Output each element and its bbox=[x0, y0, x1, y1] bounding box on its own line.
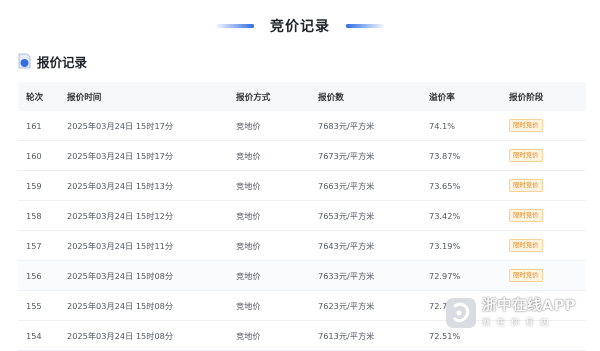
column-header-time: 报价时间 bbox=[67, 92, 102, 103]
column-header-method: 报价方式 bbox=[236, 92, 271, 103]
column-header-amount: 报价数 bbox=[318, 92, 344, 103]
round-cell: 159 bbox=[26, 180, 42, 191]
stage-badge: 限时竞价 bbox=[509, 269, 543, 282]
time-cell: 2025年03月24日 15时12分 bbox=[67, 210, 174, 221]
time-cell: 2025年03月24日 15时17分 bbox=[67, 150, 174, 161]
table-row: 159 2025年03月24日 15时13分 竞地价 7663元/平方米 73.… bbox=[18, 171, 586, 201]
time-cell: 2025年03月24日 15时17分 bbox=[67, 120, 174, 131]
amount-cell: 7673元/平方米 bbox=[318, 150, 375, 161]
stage-badge: 限时竞价 bbox=[509, 179, 543, 192]
premium-cell: 74.1% bbox=[429, 120, 456, 131]
premium-cell: 72.97% bbox=[429, 270, 461, 281]
stage-cell: 限时竞价 bbox=[509, 119, 586, 132]
watermark-title: 浙中在线APP bbox=[482, 297, 576, 314]
table-row: 158 2025年03月24日 15时12分 竞地价 7653元/平方米 73.… bbox=[18, 201, 586, 231]
method-cell: 竞地价 bbox=[236, 210, 261, 221]
amount-cell: 7623元/平方米 bbox=[318, 300, 375, 311]
amount-cell: 7663元/平方米 bbox=[318, 180, 375, 191]
round-cell: 156 bbox=[26, 270, 42, 281]
table-row: 161 2025年03月24日 15时17分 竞地价 7683元/平方米 74.… bbox=[18, 111, 586, 141]
column-header-round: 轮次 bbox=[26, 92, 44, 103]
stage-badge: 限时竞价 bbox=[509, 119, 543, 132]
method-cell: 竞地价 bbox=[236, 120, 261, 131]
premium-cell: 73.87% bbox=[429, 150, 461, 161]
amount-cell: 7643元/平方米 bbox=[318, 240, 375, 251]
time-cell: 2025年03月24日 15时08分 bbox=[67, 270, 174, 281]
round-cell: 155 bbox=[26, 300, 42, 311]
amount-cell: 7613元/平方米 bbox=[318, 330, 375, 341]
stage-cell: 限时竞价 bbox=[509, 179, 586, 192]
time-cell: 2025年03月24日 15时13分 bbox=[67, 180, 174, 191]
method-cell: 竞地价 bbox=[236, 240, 261, 251]
method-cell: 竞地价 bbox=[236, 300, 261, 311]
premium-cell: 73.42% bbox=[429, 210, 461, 221]
amount-cell: 7633元/平方米 bbox=[318, 270, 375, 281]
section-header: 报价记录 bbox=[18, 51, 87, 71]
table-header-row: 轮次 报价时间 报价方式 报价数 溢价率 报价阶段 bbox=[18, 82, 586, 111]
round-cell: 161 bbox=[26, 120, 42, 131]
title-decoration-left bbox=[216, 24, 254, 28]
method-cell: 竞地价 bbox=[236, 180, 261, 191]
time-cell: 2025年03月24日 15时11分 bbox=[67, 240, 174, 251]
stage-cell: 限时竞价 bbox=[509, 239, 586, 252]
app-logo-icon bbox=[446, 298, 476, 328]
stage-badge: 限时竞价 bbox=[509, 239, 543, 252]
section-title: 报价记录 bbox=[37, 54, 88, 70]
page-title: 竞价记录 bbox=[270, 19, 330, 35]
page-header: 竞价记录 bbox=[0, 13, 600, 39]
column-header-stage: 报价阶段 bbox=[509, 92, 544, 103]
watermark-text: 浙中在线APP 就在你身边 bbox=[482, 298, 576, 329]
round-cell: 158 bbox=[26, 210, 42, 221]
time-cell: 2025年03月24日 15时08分 bbox=[67, 330, 174, 341]
round-cell: 154 bbox=[26, 330, 42, 341]
stage-badge: 限时竞价 bbox=[509, 209, 543, 222]
method-cell: 竞地价 bbox=[236, 150, 261, 161]
title-decoration-right bbox=[346, 24, 384, 28]
table-row: 156 2025年03月24日 15时08分 竞地价 7633元/平方米 72.… bbox=[18, 261, 586, 291]
method-cell: 竞地价 bbox=[236, 330, 261, 341]
method-cell: 竞地价 bbox=[236, 270, 261, 281]
amount-cell: 7683元/平方米 bbox=[318, 120, 375, 131]
round-cell: 160 bbox=[26, 150, 42, 161]
premium-cell: 73.65% bbox=[429, 180, 461, 191]
premium-cell: 73.19% bbox=[429, 240, 461, 251]
stage-badge: 限时竞价 bbox=[509, 149, 543, 162]
table-row: 160 2025年03月24日 15时17分 竞地价 7673元/平方米 73.… bbox=[18, 141, 586, 171]
app-watermark: 浙中在线APP 就在你身边 bbox=[446, 290, 596, 336]
amount-cell: 7653元/平方米 bbox=[318, 210, 375, 221]
table-row: 157 2025年03月24日 15时11分 竞地价 7643元/平方米 73.… bbox=[18, 231, 586, 261]
round-cell: 157 bbox=[26, 240, 42, 251]
stage-cell: 限时竞价 bbox=[509, 149, 586, 162]
stage-cell: 限时竞价 bbox=[509, 209, 586, 222]
stage-cell: 限时竞价 bbox=[509, 269, 586, 282]
time-cell: 2025年03月24日 15时08分 bbox=[67, 300, 174, 311]
watermark-subtitle: 就在你身边 bbox=[482, 317, 555, 328]
column-header-premium: 溢价率 bbox=[429, 92, 455, 103]
document-icon bbox=[18, 53, 31, 69]
